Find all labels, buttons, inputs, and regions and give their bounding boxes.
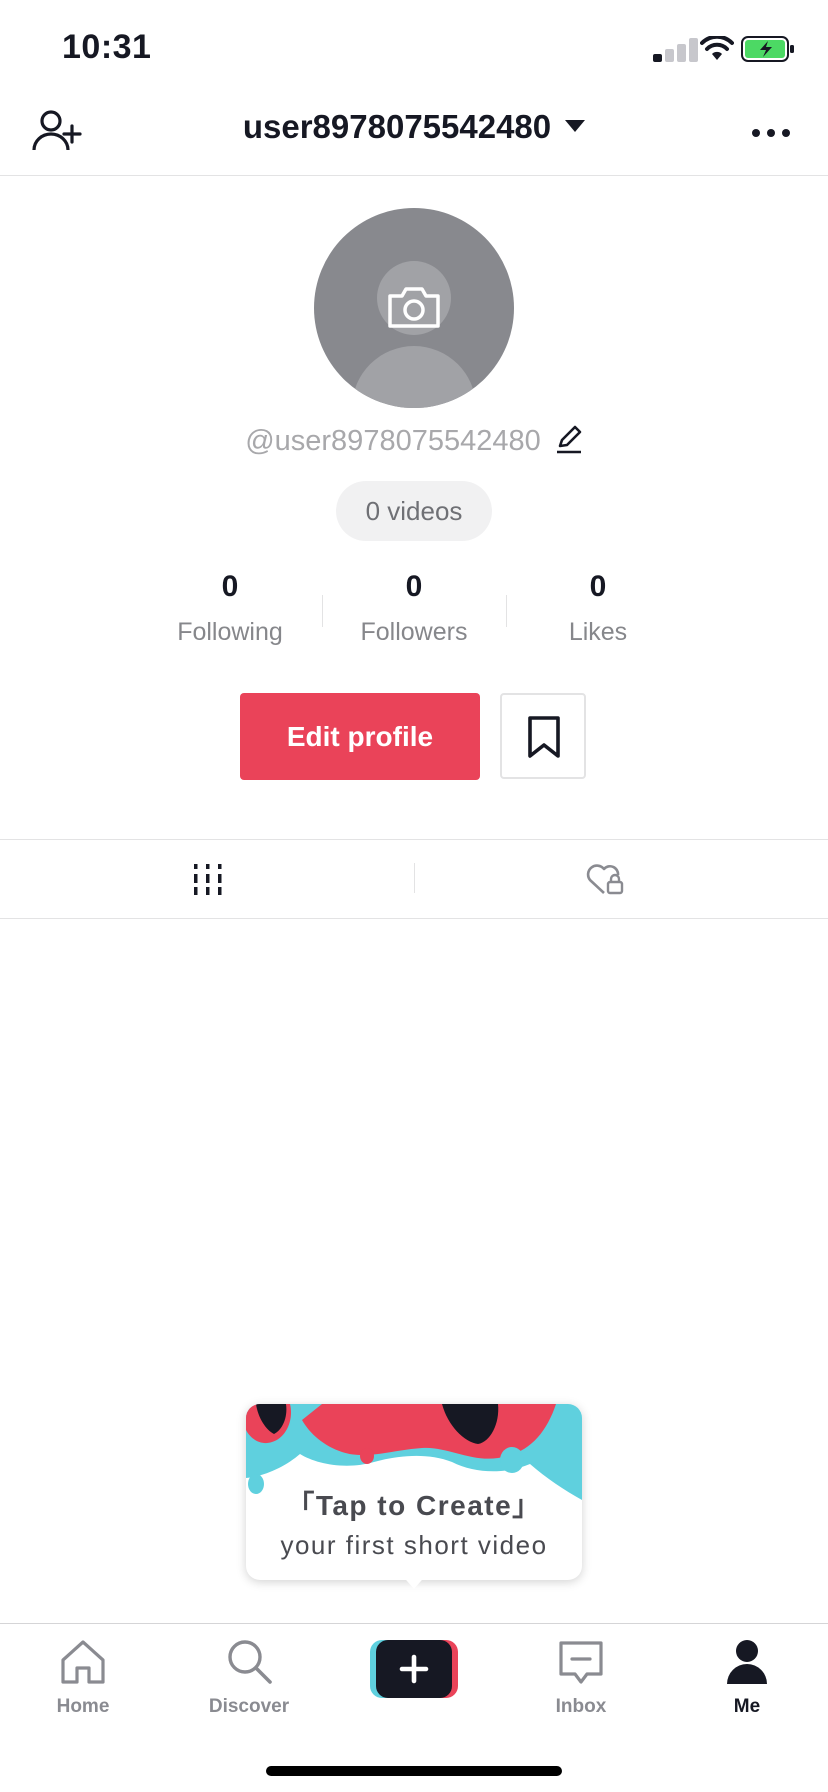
header-username: user8978075542480 <box>242 108 552 145</box>
nav-me[interactable]: Me <box>664 1632 828 1732</box>
profile-handle: @user8978075542480 <box>245 425 541 457</box>
videos-count-badge: 0 videos <box>336 481 492 541</box>
stat-value: 0 <box>221 570 239 603</box>
home-indicator <box>266 1766 562 1776</box>
profile-handle-row[interactable]: @user8978075542480 <box>0 424 828 458</box>
nav-label: Discover <box>208 1696 290 1717</box>
heart-lock-icon <box>586 864 624 895</box>
inbox-icon <box>559 1641 603 1684</box>
edit-pencil-icon[interactable] <box>555 424 583 454</box>
nav-discover[interactable]: Discover <box>166 1632 332 1732</box>
popup-subtitle: your first short video <box>280 1530 548 1560</box>
nav-inbox[interactable]: Inbox <box>498 1632 664 1732</box>
chevron-down-icon <box>565 120 586 133</box>
stat-following[interactable]: 0 Following <box>145 570 315 647</box>
header-divider <box>0 175 828 176</box>
plus-icon <box>370 1640 458 1698</box>
tabs-bottom-divider <box>0 918 828 919</box>
person-icon <box>727 1640 767 1684</box>
stat-divider <box>322 595 323 627</box>
stat-value: 0 <box>589 570 607 603</box>
battery-icon <box>741 36 795 62</box>
nav-home[interactable]: Home <box>0 1632 166 1732</box>
bookmark-icon <box>528 716 560 758</box>
nav-label: Inbox <box>555 1696 607 1717</box>
stat-label: Likes <box>568 618 628 646</box>
stat-divider <box>506 595 507 627</box>
home-icon <box>61 1640 105 1684</box>
stat-likes[interactable]: 0 Likes <box>513 570 683 647</box>
more-options-button[interactable] <box>748 118 794 148</box>
edit-profile-button[interactable]: Edit profile <box>240 693 480 780</box>
tab-liked-private[interactable] <box>414 840 828 918</box>
nav-create[interactable] <box>332 1632 498 1732</box>
grid-icon <box>194 864 222 895</box>
search-icon <box>228 1640 272 1684</box>
nav-divider <box>0 1623 828 1624</box>
status-time: 10:31 <box>62 28 152 66</box>
stat-label: Followers <box>360 618 468 646</box>
username-switcher[interactable]: user8978075542480 <box>0 108 828 146</box>
signal-icon <box>653 38 698 62</box>
avatar[interactable] <box>314 208 514 408</box>
stat-followers[interactable]: 0 Followers <box>329 570 499 647</box>
wifi-icon <box>700 34 734 62</box>
popup-pointer <box>400 1573 428 1589</box>
popup-title: 「Tap to Create」 <box>286 1490 542 1521</box>
nav-label: Me <box>733 1696 761 1717</box>
camera-icon <box>388 287 440 328</box>
nav-label: Home <box>56 1696 110 1717</box>
tab-videos[interactable] <box>0 840 414 918</box>
stat-value: 0 <box>405 570 423 603</box>
stat-label: Following <box>177 618 283 646</box>
more-icon <box>752 129 790 137</box>
favorites-button[interactable] <box>500 693 586 779</box>
